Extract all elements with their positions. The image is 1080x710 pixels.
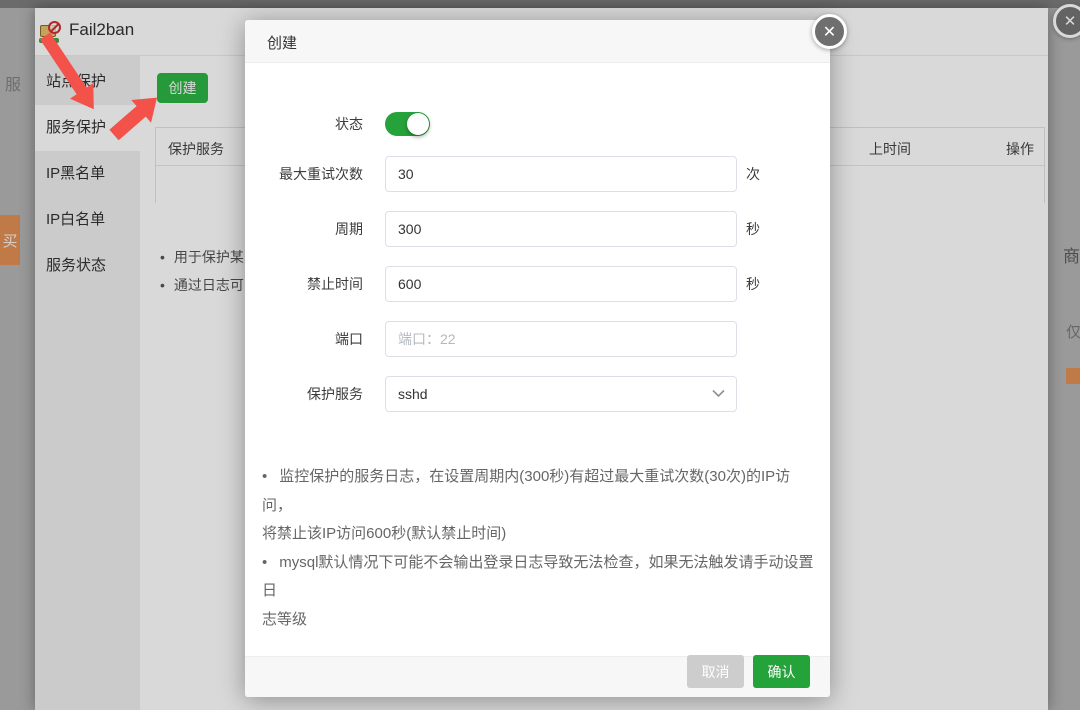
cycle-label: 周期 <box>245 211 363 247</box>
service-select-value: sshd <box>398 386 428 402</box>
dialog-help-text: 监控保护的服务日志，在设置周期内(300秒)有超过最大重试次数(30次)的IP访… <box>262 463 814 634</box>
max-retry-suffix: 次 <box>746 156 760 192</box>
ban-time-suffix: 秒 <box>746 266 760 302</box>
toggle-knob <box>407 113 429 135</box>
status-label: 状态 <box>245 112 363 136</box>
form-row-port: 端口 <box>245 321 830 357</box>
form-row-status: 状态 <box>245 112 830 136</box>
help-line: mysql默认情况下可能不会输出登录日志导致无法检查，如果无法触发请手动设置日 <box>262 549 814 606</box>
help-line: 将禁止该IP访问600秒(默认禁止时间) <box>262 520 814 549</box>
port-label: 端口 <box>245 321 363 357</box>
cycle-suffix: 秒 <box>746 211 760 247</box>
service-label: 保护服务 <box>245 376 363 412</box>
chevron-down-icon <box>712 389 725 398</box>
max-retry-input[interactable] <box>385 156 737 192</box>
help-line: 监控保护的服务日志，在设置周期内(300秒)有超过最大重试次数(30次)的IP访… <box>262 463 814 520</box>
port-input[interactable] <box>385 321 737 357</box>
service-select[interactable]: sshd <box>385 376 737 412</box>
cycle-input[interactable] <box>385 211 737 247</box>
form-row-max-retry: 最大重试次数 次 <box>245 156 830 192</box>
form-row-cycle: 周期 秒 <box>245 211 830 247</box>
max-retry-label: 最大重试次数 <box>245 156 363 192</box>
status-toggle[interactable] <box>385 112 430 136</box>
dialog-header: 创建 <box>245 20 830 63</box>
cancel-button[interactable]: 取消 <box>687 655 744 688</box>
dialog-footer: 取消 确认 <box>245 656 830 697</box>
create-dialog: 创建 ✕ 状态 最大重试次数 次 周期 秒 禁止时间 秒 端口 保护服务 ssh… <box>245 20 830 697</box>
dialog-close-button[interactable]: ✕ <box>812 14 847 49</box>
form-row-ban-time: 禁止时间 秒 <box>245 266 830 302</box>
dialog-title: 创建 <box>267 32 297 53</box>
help-line: 志等级 <box>262 606 814 635</box>
ban-time-input[interactable] <box>385 266 737 302</box>
form-row-service: 保护服务 sshd <box>245 376 830 412</box>
ban-time-label: 禁止时间 <box>245 266 363 302</box>
close-icon: ✕ <box>823 22 836 42</box>
confirm-button[interactable]: 确认 <box>753 655 810 688</box>
